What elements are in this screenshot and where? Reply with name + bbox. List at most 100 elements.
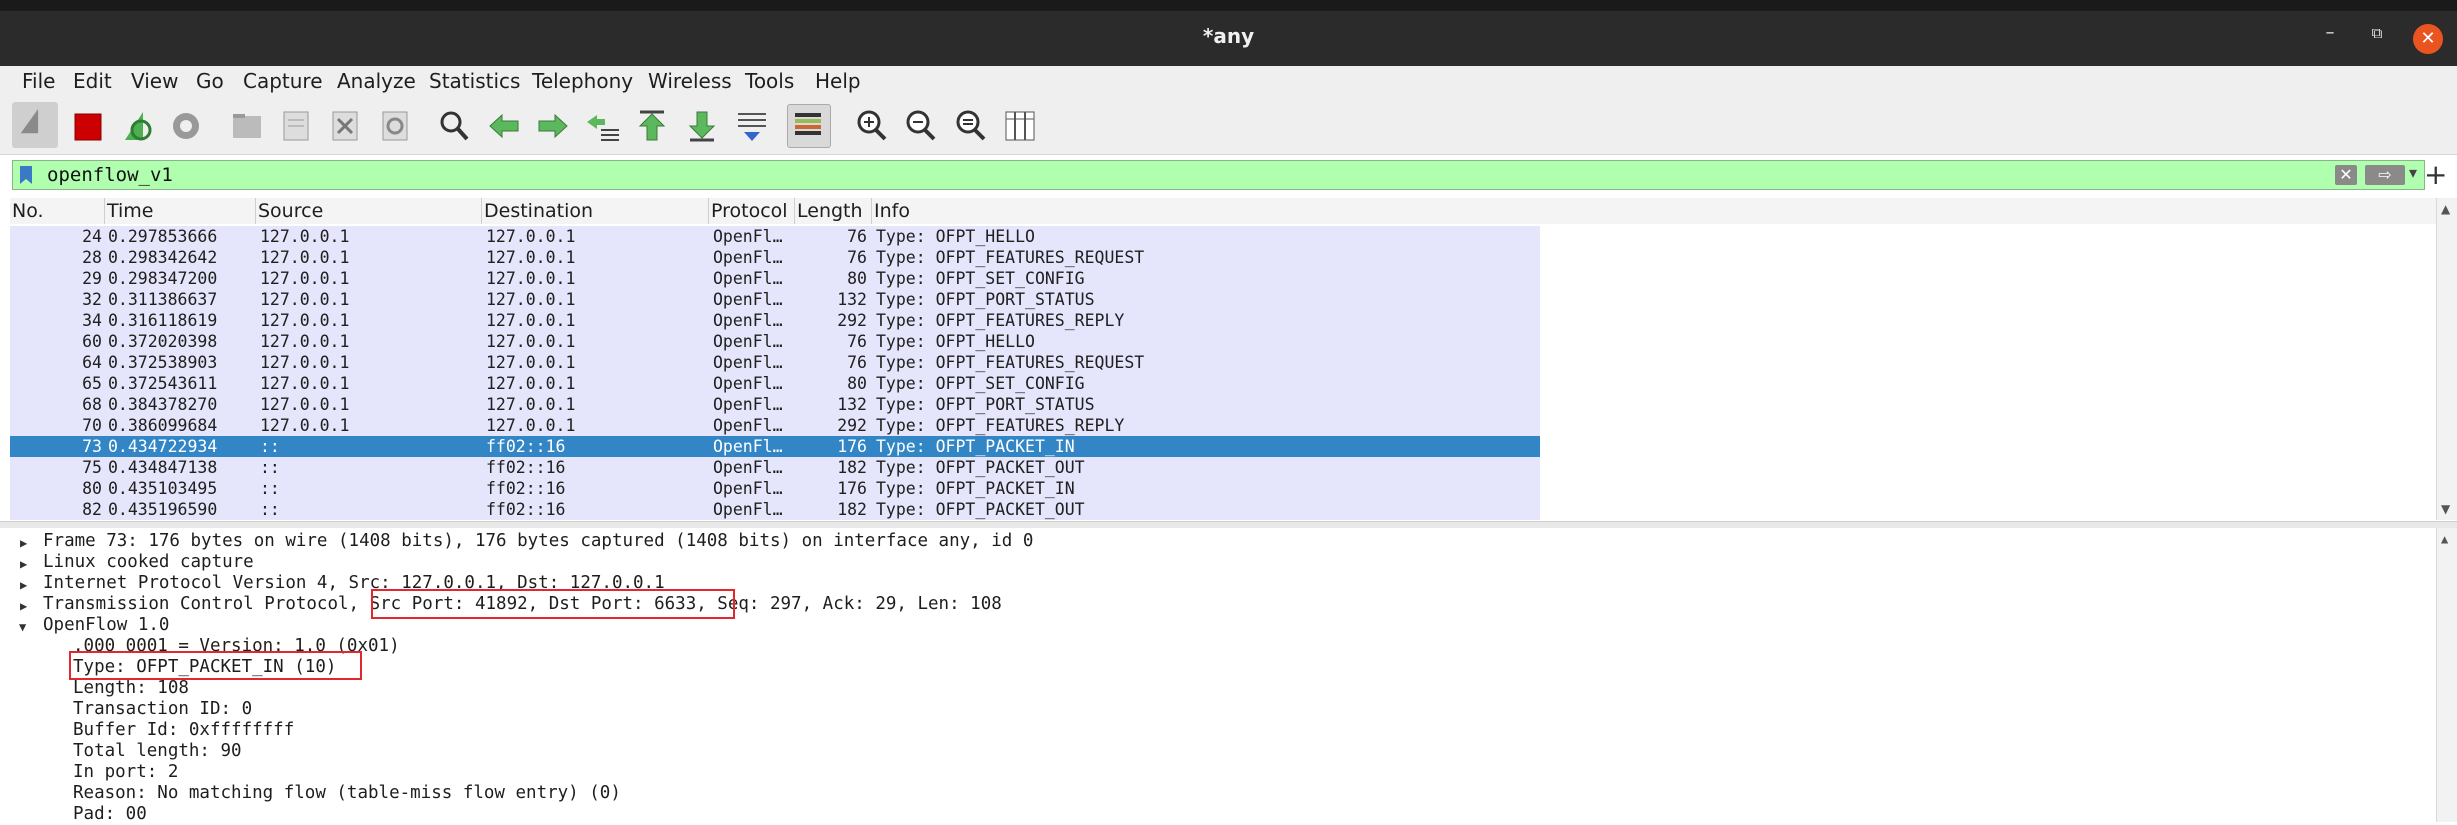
column-header-source[interactable]: Source (256, 198, 482, 224)
menu-telephony[interactable]: Telephony (532, 69, 633, 93)
details-scrollbar[interactable]: ▲ (2436, 528, 2457, 822)
detail-openflow-total-length[interactable]: Total length: 90 (73, 741, 242, 762)
packet-cell-no: 80 (82, 479, 102, 498)
detail-openflow-reason[interactable]: Reason: No matching flow (table-miss flo… (73, 783, 621, 804)
detail-openflow-in-port[interactable]: In port: 2 (73, 762, 178, 783)
go-back-icon[interactable] (484, 106, 524, 146)
packet-cell-info: Type: OFPT_FEATURES_REQUEST (876, 353, 1145, 372)
column-header-info[interactable]: Info (872, 198, 1551, 224)
packet-cell-info: Type: OFPT_SET_CONFIG (876, 374, 1085, 393)
packet-row[interactable]: 64 0.372538903 127.0.0.1 127.0.0.1 OpenFl… 76… (10, 352, 1540, 373)
menu-edit[interactable]: Edit (73, 69, 112, 93)
detail-openflow[interactable]: OpenFlow 1.0 (43, 615, 169, 636)
detail-linux-cooked-capture[interactable]: Linux cooked capture (43, 552, 254, 573)
resize-columns-icon[interactable] (1000, 106, 1040, 146)
zoom-out-icon[interactable] (901, 106, 941, 146)
packet-cell-info: Type: OFPT_PORT_STATUS (876, 395, 1095, 414)
go-last-icon[interactable] (682, 106, 722, 146)
maximize-button[interactable]: ⧉ (2364, 24, 2390, 42)
close-file-icon[interactable] (325, 106, 365, 146)
packet-cell-info: Type: OFPT_FEATURES_REQUEST (876, 248, 1145, 267)
packet-cell-time: 0.384378270 (108, 395, 218, 414)
filter-history-dropdown-icon[interactable]: ▾ (2409, 163, 2417, 182)
add-filter-button[interactable]: + (2424, 158, 2447, 191)
column-header-time[interactable]: Time (105, 198, 256, 224)
autoscroll-icon[interactable] (732, 106, 772, 146)
packet-cell-proto: OpenFl… (713, 248, 783, 267)
menu-file[interactable]: File (22, 69, 55, 93)
find-packet-icon[interactable] (434, 106, 474, 146)
expand-linux-icon[interactable]: ▶ (20, 557, 27, 571)
packet-cell-no: 70 (82, 416, 102, 435)
scroll-up-icon[interactable]: ▲ (2441, 202, 2450, 216)
column-header-protocol[interactable]: Protocol (709, 198, 795, 224)
reload-icon[interactable] (375, 106, 415, 146)
packet-row[interactable]: 24 0.297853666 127.0.0.1 127.0.0.1 OpenFl… 76… (10, 226, 1540, 247)
menu-view[interactable]: View (131, 69, 178, 93)
packet-row[interactable]: 75 0.434847138:: ff02::16 OpenFl… 182 Type: O… (10, 457, 1540, 478)
packet-row[interactable]: 82 0.435196590:: ff02::16 OpenFl… 182 Type: O… (10, 499, 1540, 520)
column-header-no[interactable]: No. (10, 198, 105, 224)
zoom-in-icon[interactable] (852, 106, 892, 146)
go-forward-icon[interactable] (533, 106, 573, 146)
packet-cell-proto: OpenFl… (713, 290, 783, 309)
display-filter-bar[interactable]: openflow_v1 ✕ ⇨ ▾ (12, 160, 2425, 190)
menu-bar: File Edit View Go Capture Analyze Statis… (0, 66, 2457, 96)
clear-filter-icon[interactable]: ✕ (2335, 165, 2357, 185)
packet-cell-src: 127.0.0.1 (260, 248, 350, 267)
go-to-packet-icon[interactable] (583, 106, 623, 146)
collapse-openflow-icon[interactable]: ▼ (19, 620, 26, 634)
packet-row[interactable]: 68 0.384378270 127.0.0.1 127.0.0.1 OpenFl… 13… (10, 394, 1540, 415)
zoom-normal-icon[interactable] (951, 106, 991, 146)
save-file-icon[interactable] (276, 106, 316, 146)
open-file-icon[interactable] (227, 106, 267, 146)
colorize-icon[interactable] (787, 104, 831, 148)
capture-options-icon[interactable] (166, 106, 206, 146)
packet-row[interactable]: 32 0.311386637 127.0.0.1 127.0.0.1 OpenFl… 13… (10, 289, 1540, 310)
packet-row[interactable]: 65 0.372543611 127.0.0.1 127.0.0.1 OpenFl… 80… (10, 373, 1540, 394)
packet-row[interactable]: 60 0.372020398 127.0.0.1 127.0.0.1 OpenFl… 76… (10, 331, 1540, 352)
packet-row[interactable]: 34 0.316118619 127.0.0.1 127.0.0.1 OpenFl… 29… (10, 310, 1540, 331)
column-header-length[interactable]: Length (795, 198, 872, 224)
packet-cell-proto: OpenFl… (713, 311, 783, 330)
packet-row[interactable]: 28 0.298342642 127.0.0.1 127.0.0.1 OpenFl… 76… (10, 247, 1540, 268)
menu-tools[interactable]: Tools (745, 69, 794, 93)
restart-capture-icon[interactable] (117, 106, 157, 146)
packet-row[interactable]: 70 0.386099684 127.0.0.1 127.0.0.1 OpenFl… 29… (10, 415, 1540, 436)
detail-frame[interactable]: Frame 73: 176 bytes on wire (1408 bits),… (43, 531, 1033, 552)
stop-capture-icon[interactable] (67, 106, 107, 146)
detail-openflow-buffer-id[interactable]: Buffer Id: 0xffffffff (73, 720, 294, 741)
menu-analyze[interactable]: Analyze (337, 69, 416, 93)
column-header-destination[interactable]: Destination (482, 198, 709, 224)
shark-fin-start-icon[interactable] (12, 102, 58, 148)
display-filter-input[interactable]: openflow_v1 (47, 164, 173, 186)
detail-openflow-length[interactable]: Length: 108 (73, 678, 189, 699)
expand-frame-icon[interactable]: ▶ (20, 536, 27, 550)
expand-ipv4-icon[interactable]: ▶ (20, 578, 27, 592)
packet-row[interactable]: 29 0.298347200 127.0.0.1 127.0.0.1 OpenFl… 80… (10, 268, 1540, 289)
packet-cell-src: 127.0.0.1 (260, 290, 350, 309)
menu-help[interactable]: Help (815, 69, 861, 93)
menu-go[interactable]: Go (196, 69, 224, 93)
close-button[interactable]: ✕ (2413, 24, 2443, 54)
expand-tcp-icon[interactable]: ▶ (20, 599, 27, 613)
apply-filter-icon[interactable]: ⇨ (2365, 165, 2405, 185)
scroll-down-icon[interactable]: ▼ (2441, 502, 2450, 516)
menu-statistics[interactable]: Statistics (429, 69, 520, 93)
minimize-button[interactable]: – (2317, 22, 2343, 43)
details-scroll-up-icon[interactable]: ▲ (2441, 532, 2448, 546)
packet-cell-time: 0.297853666 (108, 227, 218, 246)
menu-wireless[interactable]: Wireless (648, 69, 732, 93)
packet-cell-src: 127.0.0.1 (260, 416, 350, 435)
packet-row-selected[interactable]: 73 0.434722934:: ff02::16 OpenFl… 176 Type: O… (10, 436, 1540, 457)
packet-list-scrollbar[interactable]: ▲ ▼ (2436, 198, 2457, 520)
packet-cell-proto: OpenFl… (713, 458, 783, 477)
packet-cell-info: Type: OFPT_PACKET_OUT (876, 500, 1085, 519)
bookmark-icon[interactable] (19, 165, 33, 185)
packet-row[interactable]: 80 0.435103495:: ff02::16 OpenFl… 176 Type: O… (10, 478, 1540, 499)
go-first-icon[interactable] (632, 106, 672, 146)
detail-openflow-transaction-id[interactable]: Transaction ID: 0 (73, 699, 252, 720)
packet-cell-proto: OpenFl… (713, 479, 783, 498)
packet-cell-time: 0.435103495 (108, 479, 218, 498)
menu-capture[interactable]: Capture (243, 69, 323, 93)
